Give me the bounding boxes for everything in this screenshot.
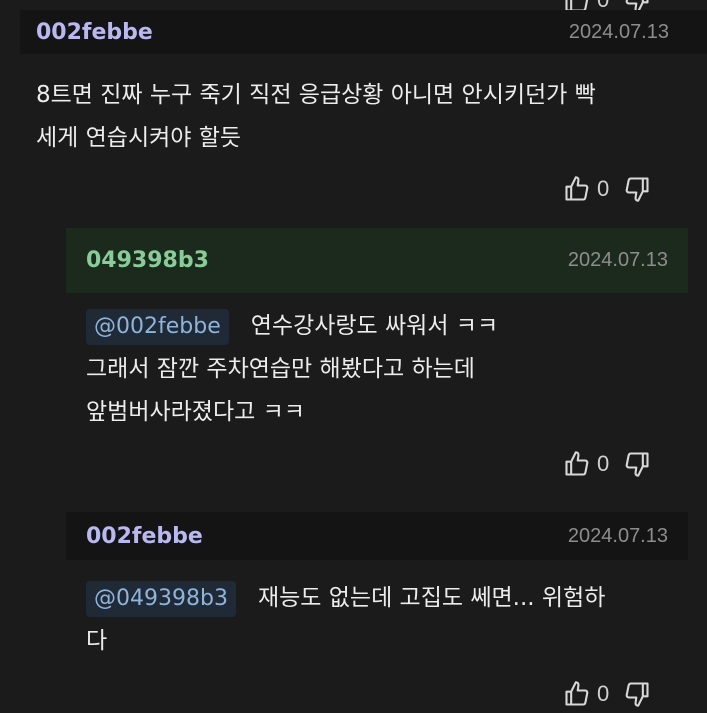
like-button[interactable]: 0 xyxy=(563,175,623,203)
comment-header: 002febbe 2024.07.13 xyxy=(66,512,688,560)
thumbs-down-icon xyxy=(623,450,651,478)
comment-date: 2024.07.13 xyxy=(567,249,668,271)
comment-text-line: 앞범버사라졌다고 ㅋㅋ xyxy=(86,399,305,425)
comment-author[interactable]: 002febbe xyxy=(36,20,153,45)
like-button[interactable]: 0 xyxy=(563,680,623,708)
comment-header: 049398b3 2024.07.13 xyxy=(66,228,688,293)
thumbs-down-icon xyxy=(623,175,651,203)
comment-date: 2024.07.13 xyxy=(568,20,669,43)
like-count: 0 xyxy=(597,681,610,706)
like-count: 0 xyxy=(597,176,610,201)
thumbs-down-icon xyxy=(623,680,651,708)
comment-text-line: 세게 연습시켜야 할듯 xyxy=(36,125,242,151)
thumbs-up-icon xyxy=(563,175,591,203)
like-count: 0 xyxy=(597,451,610,476)
comment-text-line: 재능도 없는데 고집도 쎄면... 위험하 xyxy=(257,585,606,611)
comment: 002febbe 2024.07.13 8트면 진짜 누구 죽기 직전 응급상황… xyxy=(0,0,707,228)
comment-body: @049398b3 재능도 없는데 고집도 쎄면... 위험하 다 xyxy=(86,577,605,663)
comment-author[interactable]: 002febbe xyxy=(86,524,203,549)
comment-text-line: 그래서 잠깐 주차연습만 해봤다고 하는데 xyxy=(86,356,475,382)
dislike-button[interactable] xyxy=(623,175,651,203)
comment-header: 002febbe 2024.07.13 xyxy=(20,10,707,54)
comment-text-line: 다 xyxy=(86,628,108,654)
thumbs-up-icon xyxy=(563,450,591,478)
comment-date: 2024.07.13 xyxy=(567,524,668,547)
comment-author[interactable]: 049398b3 xyxy=(86,248,209,273)
dislike-button[interactable] xyxy=(623,450,651,478)
like-button[interactable]: 0 xyxy=(563,450,623,478)
comment-vote-bar: 0 xyxy=(563,450,651,478)
comment-text-line: 연수강사랑도 싸워서 ㅋㅋ xyxy=(250,313,499,339)
reply-comment: 002febbe 2024.07.13 @049398b3 재능도 없는데 고집도… xyxy=(0,500,707,713)
reply-comment: 049398b3 2024.07.13 @002febbe 연수강사랑도 싸워서 … xyxy=(0,228,707,498)
comment-body: @002febbe 연수강사랑도 싸워서 ㅋㅋ 그래서 잠깐 주차연습만 해봤다고… xyxy=(86,305,498,434)
comment-body: 8트면 진짜 누구 죽기 직전 응급상황 아니면 안시키던가 빡 세게 연습시켜… xyxy=(36,74,596,160)
comment-vote-bar: 0 xyxy=(563,175,651,203)
mention-tag[interactable]: @049398b3 xyxy=(86,581,236,617)
thumbs-up-icon xyxy=(563,680,591,708)
mention-tag[interactable]: @002febbe xyxy=(86,309,229,345)
dislike-button[interactable] xyxy=(623,680,651,708)
comment-vote-bar: 0 xyxy=(563,680,651,708)
comment-text-line: 8트면 진짜 누구 죽기 직전 응급상황 아니면 안시키던가 빡 xyxy=(36,82,596,108)
